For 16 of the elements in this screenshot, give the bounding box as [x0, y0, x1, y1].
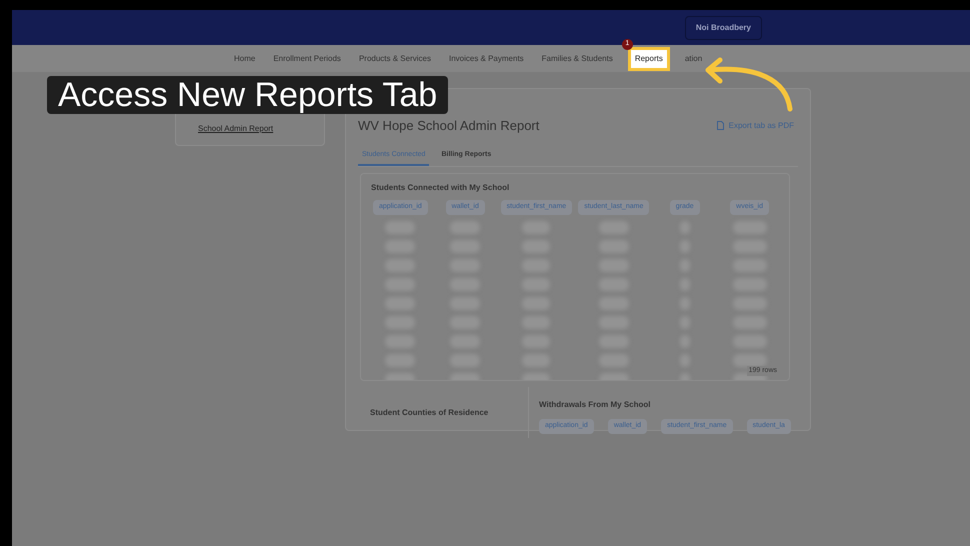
section-title: Withdrawals From My School — [539, 399, 652, 411]
nav-link[interactable]: ation — [684, 50, 702, 68]
table-title: Students Connected with My School — [371, 182, 510, 194]
nav-link[interactable]: Home — [234, 50, 256, 68]
nav-link[interactable]: Reports — [630, 50, 667, 68]
report-title: WV Hope School Admin Report — [358, 117, 540, 135]
export-pdf-link[interactable]: Export tab as PDF — [716, 120, 794, 132]
document-icon — [716, 121, 724, 130]
section-title: Student Counties of Residence — [370, 408, 488, 417]
user-menu-button[interactable]: Noi Broadbery — [684, 16, 762, 40]
nav-link[interactable]: Products & Services — [358, 50, 431, 68]
sidebar-link[interactable]: School Admin Report — [198, 123, 324, 135]
nav-link[interactable]: Invoices & Payments — [448, 50, 524, 68]
callout-label: Access New Reports Tab — [47, 76, 448, 114]
nav-link[interactable]: Enrollment Periods — [273, 50, 341, 68]
nav-link[interactable]: Families & Students — [542, 50, 613, 68]
